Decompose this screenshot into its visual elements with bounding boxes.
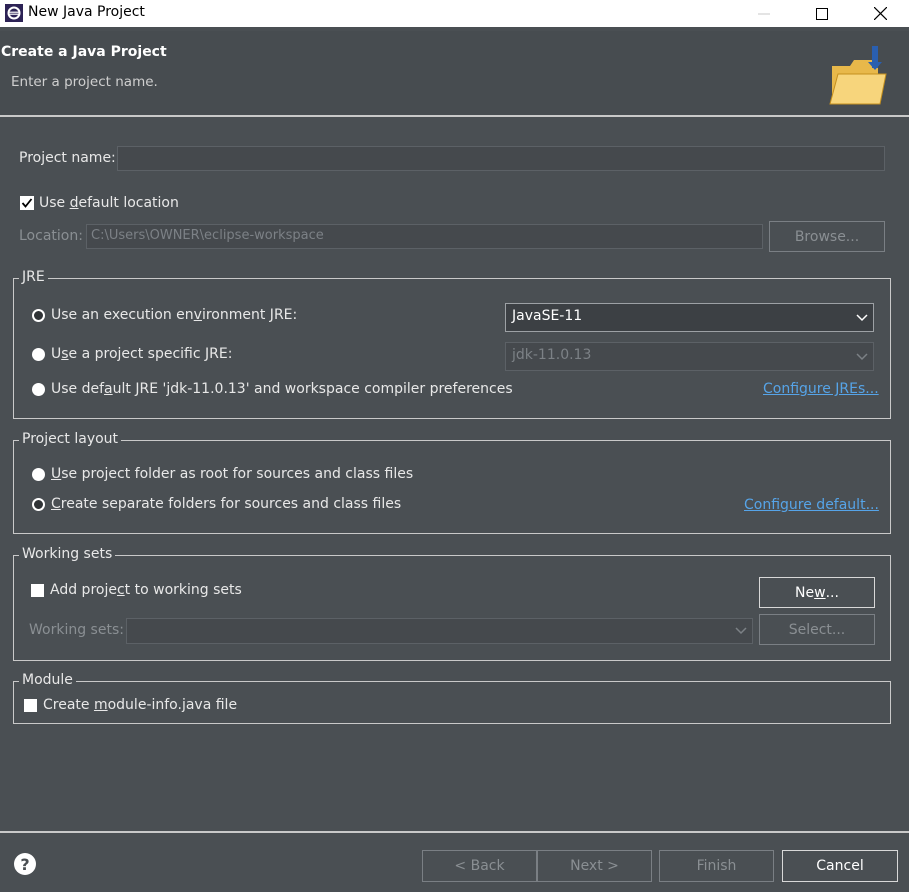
close-button[interactable] xyxy=(851,0,909,27)
project-name-label: Project name: xyxy=(19,150,116,166)
project-specific-jre-value: jdk-11.0.13 xyxy=(512,347,592,363)
add-to-working-sets-checkbox[interactable]: Add project to working sets xyxy=(31,582,242,598)
use-default-location-label: Use default location xyxy=(39,195,179,211)
configure-jres-link[interactable]: Configure JREs... xyxy=(763,381,879,397)
banner-separator xyxy=(0,115,909,117)
window-title: New Java Project xyxy=(28,4,145,20)
layout-option-separate-folders[interactable]: Create separate folders for sources and … xyxy=(32,496,401,512)
layout-option-single-folder-label: Use project folder as root for sources a… xyxy=(51,466,414,482)
eclipse-icon xyxy=(5,4,23,22)
checkbox-unchecked-icon xyxy=(31,583,44,597)
footer-separator xyxy=(0,831,909,833)
configure-default-link[interactable]: Configure default... xyxy=(744,497,879,513)
project-layout-group xyxy=(13,440,891,534)
next-button[interactable]: Next > xyxy=(537,850,652,882)
project-layout-legend: Project layout xyxy=(19,431,122,447)
title-bar: New Java Project xyxy=(0,0,909,27)
working-sets-legend: Working sets xyxy=(19,546,116,562)
jre-option-execution-env-label: Use an execution environment JRE: xyxy=(51,307,298,323)
page-subtitle: Enter a project name. xyxy=(11,74,158,90)
layout-option-separate-folders-label: Create separate folders for sources and … xyxy=(51,496,402,512)
radio-unselected-icon xyxy=(32,347,45,361)
chevron-down-icon xyxy=(851,304,873,331)
chevron-down-icon xyxy=(851,343,873,370)
jre-legend: JRE xyxy=(19,269,48,285)
jre-option-project-specific-label: Use a project specific JRE: xyxy=(51,346,233,362)
jre-option-project-specific[interactable]: Use a project specific JRE: xyxy=(32,346,232,362)
jre-option-default-label: Use default JRE 'jdk-11.0.13' and worksp… xyxy=(51,381,513,397)
back-button[interactable]: < Back xyxy=(422,850,537,882)
close-icon xyxy=(873,7,887,20)
create-module-info-checkbox[interactable]: Create module-info.java file xyxy=(24,697,237,713)
page-title: Create a Java Project xyxy=(1,44,167,60)
project-specific-jre-select[interactable]: jdk-11.0.13 xyxy=(505,342,874,371)
location-value: C:\Users\OWNER\eclipse-workspace xyxy=(91,228,324,243)
module-legend: Module xyxy=(19,672,76,688)
jre-option-default[interactable]: Use default JRE 'jdk-11.0.13' and worksp… xyxy=(32,381,513,397)
cancel-button[interactable]: Cancel xyxy=(782,850,898,882)
checkbox-unchecked-icon xyxy=(24,698,37,712)
chevron-down-icon xyxy=(730,619,752,643)
maximize-icon xyxy=(816,7,828,20)
location-label: Location: xyxy=(19,228,83,244)
minimize-icon xyxy=(758,13,770,14)
browse-button[interactable]: Browse... xyxy=(769,221,885,252)
location-input[interactable]: C:\Users\OWNER\eclipse-workspace xyxy=(86,224,763,249)
radio-unselected-icon xyxy=(32,382,45,396)
radio-unselected-icon xyxy=(32,467,45,481)
jre-option-execution-env[interactable]: Use an execution environment JRE: xyxy=(32,307,297,323)
folder-icon xyxy=(829,46,887,105)
execution-env-value: JavaSE-11 xyxy=(512,308,583,324)
use-default-location-checkbox[interactable]: Use default location xyxy=(20,195,179,211)
finish-button[interactable]: Finish xyxy=(659,850,774,882)
execution-env-select[interactable]: JavaSE-11 xyxy=(505,303,874,332)
radio-selected-icon xyxy=(32,308,45,322)
select-working-sets-button[interactable]: Select... xyxy=(759,614,875,645)
create-module-info-label: Create module-info.java file xyxy=(43,697,238,713)
checkbox-checked-icon xyxy=(20,196,34,210)
working-sets-group xyxy=(13,555,891,661)
new-working-set-button[interactable]: Ne w... xyxy=(759,577,875,608)
layout-option-single-folder[interactable]: Use project folder as root for sources a… xyxy=(32,466,413,482)
add-to-working-sets-label: Add project to working sets xyxy=(50,582,242,598)
working-sets-label: Working sets: xyxy=(29,622,124,638)
working-sets-select[interactable] xyxy=(126,618,753,644)
radio-selected-icon xyxy=(32,497,45,511)
help-icon[interactable]: ? xyxy=(14,853,36,875)
minimize-button[interactable] xyxy=(735,0,793,27)
project-name-input[interactable] xyxy=(117,146,885,171)
maximize-button[interactable] xyxy=(793,0,851,27)
